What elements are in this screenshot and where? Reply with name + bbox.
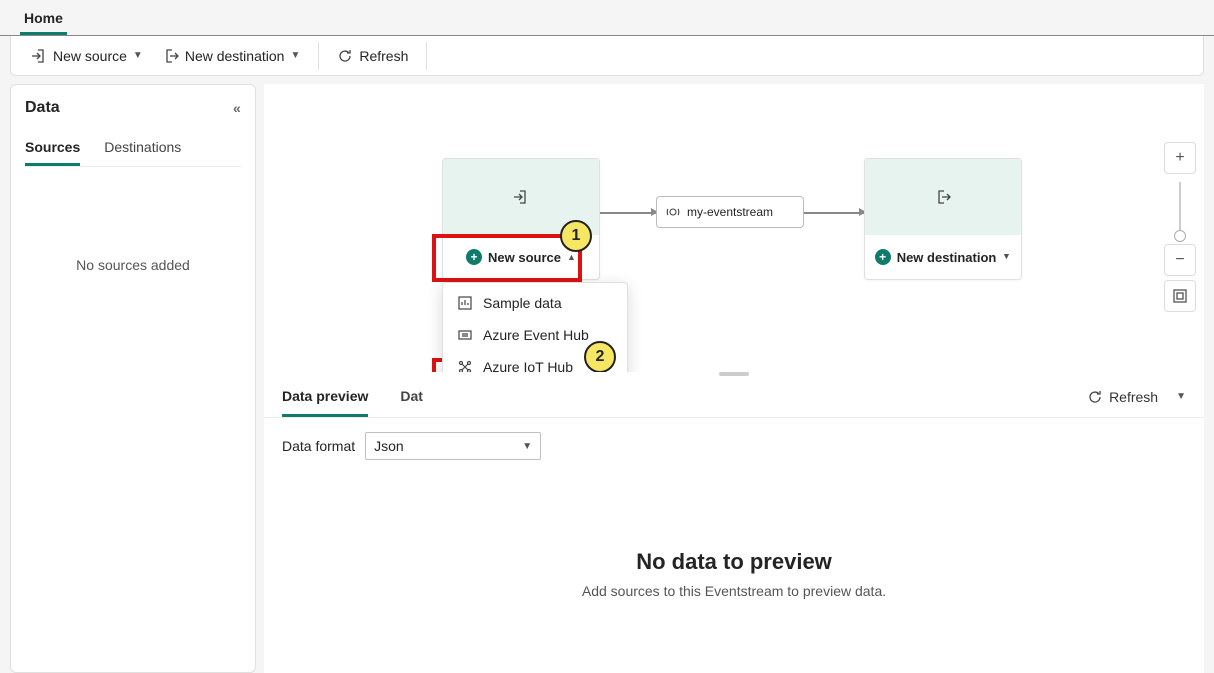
exit-icon bbox=[935, 189, 951, 205]
new-source-label: New source bbox=[53, 48, 127, 64]
new-source-button[interactable]: New source ▼ bbox=[21, 42, 153, 70]
chevron-down-icon[interactable]: ▼ bbox=[1176, 391, 1186, 402]
connector-line bbox=[804, 212, 864, 214]
empty-state: No sources added bbox=[25, 257, 241, 273]
plus-icon: + bbox=[466, 249, 482, 265]
tab-data-insights-truncated[interactable]: Dat bbox=[400, 376, 423, 417]
menu-label: Azure Event Hub bbox=[483, 327, 589, 343]
chevron-up-icon: ▲ bbox=[567, 252, 576, 262]
refresh-button[interactable]: Refresh bbox=[327, 42, 418, 70]
chevron-down-icon: ▼ bbox=[133, 50, 143, 61]
annotation-step-2: 2 bbox=[584, 341, 616, 372]
chevron-down-icon: ▼ bbox=[290, 50, 300, 61]
source-node-card: + New source ▲ bbox=[442, 158, 600, 280]
empty-title: No data to preview bbox=[636, 549, 832, 575]
refresh-icon bbox=[1087, 389, 1103, 405]
canvas[interactable]: + New source ▲ my-eventstream bbox=[264, 84, 1204, 372]
zoom-knob[interactable] bbox=[1174, 230, 1186, 242]
new-destination-button[interactable]: New destination ▼ bbox=[153, 42, 311, 70]
data-format-label: Data format bbox=[282, 438, 355, 454]
refresh-label: Refresh bbox=[359, 48, 408, 64]
zoom-out-button[interactable]: − bbox=[1164, 244, 1196, 276]
preview-tabs: Data preview Dat Refresh ▼ bbox=[264, 376, 1204, 418]
zoom-panel: + − bbox=[1164, 142, 1196, 316]
new-destination-label: New destination bbox=[185, 48, 285, 64]
refresh-label: Refresh bbox=[1109, 389, 1158, 405]
separator bbox=[318, 42, 319, 70]
new-source-label: New source bbox=[488, 250, 561, 265]
sidebar-title: Data bbox=[25, 99, 60, 117]
chart-icon bbox=[457, 295, 473, 311]
menu-label: Azure IoT Hub bbox=[483, 359, 573, 372]
annotation-step-1: 1 bbox=[560, 220, 592, 252]
tab-destinations[interactable]: Destinations bbox=[104, 133, 181, 166]
sidebar-tabs: Sources Destinations bbox=[25, 133, 241, 167]
separator bbox=[426, 42, 427, 70]
tab-sources[interactable]: Sources bbox=[25, 133, 80, 166]
preview-refresh-button[interactable]: Refresh ▼ bbox=[1087, 389, 1186, 405]
top-tab-bar: Home bbox=[0, 0, 1214, 36]
preview-toolbar: Data format Json ▼ bbox=[264, 418, 1204, 474]
chevron-down-icon: ▲ bbox=[1002, 252, 1011, 262]
iothub-icon bbox=[457, 359, 473, 372]
plus-icon: + bbox=[875, 249, 891, 265]
eventstream-icon bbox=[665, 204, 681, 220]
toolbar: New source ▼ New destination ▼ Refresh bbox=[10, 36, 1204, 76]
refresh-icon bbox=[337, 48, 353, 64]
data-format-select[interactable]: Json ▼ bbox=[365, 432, 541, 460]
tab-home[interactable]: Home bbox=[20, 2, 67, 35]
destination-node-card: + New destination ▲ bbox=[864, 158, 1022, 280]
sidebar: Data » Sources Destinations No sources a… bbox=[10, 84, 256, 673]
eventhub-icon bbox=[457, 327, 473, 343]
data-format-value: Json bbox=[374, 438, 404, 454]
connector-line bbox=[600, 212, 656, 214]
enter-icon bbox=[31, 48, 47, 64]
empty-subtitle: Add sources to this Eventstream to previ… bbox=[582, 583, 886, 599]
exit-icon bbox=[163, 48, 179, 64]
tab-data-preview[interactable]: Data preview bbox=[282, 376, 368, 417]
zoom-in-button[interactable]: + bbox=[1164, 142, 1196, 174]
collapse-icon[interactable]: » bbox=[233, 100, 241, 116]
eventstream-label: my-eventstream bbox=[687, 205, 773, 219]
enter-icon bbox=[513, 189, 529, 205]
menu-label: Sample data bbox=[483, 295, 562, 311]
menu-item-sample-data[interactable]: Sample data bbox=[443, 287, 627, 319]
preview-empty-state: No data to preview Add sources to this E… bbox=[264, 474, 1204, 673]
fit-to-screen-button[interactable] bbox=[1164, 280, 1196, 312]
destination-node-header bbox=[865, 159, 1021, 235]
chevron-down-icon: ▼ bbox=[522, 441, 532, 452]
bottom-panel: Data preview Dat Refresh ▼ Data format J… bbox=[264, 376, 1204, 673]
new-destination-dropdown-button[interactable]: + New destination ▲ bbox=[865, 235, 1021, 279]
zoom-slider[interactable] bbox=[1179, 182, 1181, 240]
new-destination-label: New destination bbox=[897, 250, 997, 265]
eventstream-node[interactable]: my-eventstream bbox=[656, 196, 804, 228]
